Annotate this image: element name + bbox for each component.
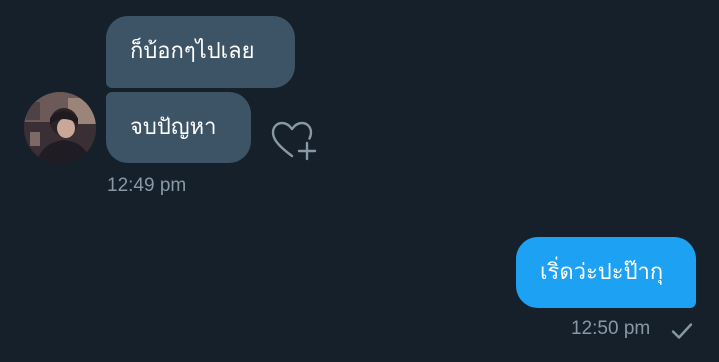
message-text: จบปัญหา xyxy=(130,114,217,140)
message-timestamp: 12:50 pm xyxy=(571,318,651,339)
received-message-bubble[interactable]: จบปัญหา xyxy=(106,92,251,163)
message-text: ก็บ้อกๆไปเลย xyxy=(130,39,255,64)
heart-plus-icon[interactable] xyxy=(270,120,318,162)
avatar[interactable] xyxy=(24,92,96,164)
checkmark-icon xyxy=(670,321,694,341)
avatar-photo xyxy=(24,92,96,164)
sent-message-bubble[interactable]: เริ่ดว่ะปะป๊ากุ xyxy=(516,237,696,308)
message-text: เริ่ดว่ะปะป๊ากุ xyxy=(540,259,664,285)
received-message-bubble[interactable]: ก็บ้อกๆไปเลย xyxy=(106,16,295,88)
message-timestamp: 12:49 pm xyxy=(107,175,187,196)
